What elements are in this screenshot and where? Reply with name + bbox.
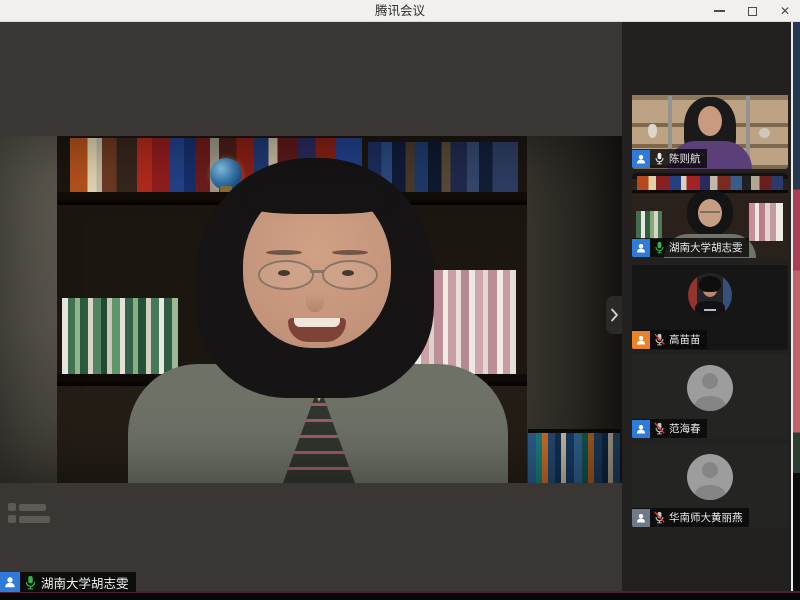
- mic-on-icon: [654, 152, 665, 165]
- main-video-feed[interactable]: [0, 136, 622, 483]
- participant-name: 陈则航: [669, 151, 701, 166]
- participants-sidebar: 陈则航 湖南大学胡志雯: [622, 22, 793, 600]
- vase-ornament: [759, 128, 770, 138]
- participant-tile[interactable]: 高苗苗: [632, 265, 788, 350]
- participant-badge: 湖南大学胡志雯: [632, 238, 749, 257]
- watermark-bar: [19, 504, 46, 511]
- participant-name: 范海春: [669, 421, 701, 436]
- member-avatar-icon: [632, 331, 650, 349]
- member-avatar-icon: [632, 239, 650, 257]
- participant-badge: 范海春: [632, 419, 707, 438]
- mic-speaking-icon: [654, 241, 665, 254]
- participant-name: 华南师大黄丽燕: [669, 510, 743, 525]
- window-title: 腾讯会议: [0, 0, 800, 22]
- watermark-icons: [8, 503, 50, 527]
- mic-muted-icon: [654, 333, 665, 346]
- participant-tile[interactable]: 陈则航: [632, 84, 788, 169]
- chevron-right-icon: [610, 307, 619, 323]
- background-window-bottom-edge: [0, 591, 800, 600]
- background-window-edge: [793, 22, 800, 600]
- video-vignette: [0, 136, 622, 483]
- title-bar[interactable]: 腾讯会议 ✕: [0, 0, 800, 22]
- participant-badge: 陈则航: [632, 149, 707, 168]
- member-avatar-icon: [632, 420, 650, 438]
- maximize-button[interactable]: [745, 4, 759, 18]
- person-face: [698, 106, 722, 136]
- silhouette-avatar: [687, 454, 733, 500]
- right-shelf-books: [749, 203, 783, 241]
- person-face: [698, 199, 722, 227]
- person-hair: [699, 276, 721, 292]
- list-icon: [8, 503, 16, 511]
- close-button[interactable]: ✕: [778, 4, 792, 18]
- left-shelf-books: [636, 211, 662, 239]
- mic-speaking-icon: [24, 575, 37, 590]
- tencent-meeting-window: 腾讯会议 ✕: [0, 0, 800, 600]
- speaker-name-badge: 湖南大学胡志雯: [0, 572, 136, 592]
- minimize-button[interactable]: [712, 4, 726, 18]
- top-shelf-books: [637, 176, 783, 190]
- list-icon: [8, 515, 16, 523]
- participant-tile[interactable]: 范海春: [632, 354, 788, 439]
- member-avatar-icon: [632, 509, 650, 527]
- avatar-photo-circle: [688, 273, 732, 317]
- silhouette-avatar: [687, 365, 733, 411]
- silhouette-head: [702, 462, 718, 478]
- participant-badge: 华南师大黄丽燕: [632, 508, 749, 527]
- mic-muted-icon: [654, 511, 665, 524]
- main-stage: 湖南大学胡志雯: [0, 22, 622, 600]
- participant-badge: 高苗苗: [632, 330, 707, 349]
- participant-tile-active-speaker[interactable]: 湖南大学胡志雯: [632, 173, 788, 258]
- participant-name: 湖南大学胡志雯: [669, 240, 743, 255]
- silhouette-shoulders: [695, 485, 725, 500]
- participant-tile[interactable]: 华南师大黄丽燕: [632, 443, 788, 528]
- silhouette-head: [702, 373, 718, 389]
- speaker-name: 湖南大学胡志雯: [41, 573, 129, 592]
- participant-name: 高苗苗: [669, 332, 701, 347]
- member-avatar-icon: [632, 150, 650, 168]
- silhouette-shoulders: [695, 396, 725, 411]
- collapse-sidebar-button[interactable]: [606, 296, 622, 334]
- vase-ornament: [648, 124, 657, 138]
- watermark-bar: [19, 516, 50, 523]
- mic-muted-icon: [654, 422, 665, 435]
- shirt-text: [704, 309, 716, 311]
- glasses: [700, 211, 720, 213]
- member-avatar-icon: [0, 572, 20, 592]
